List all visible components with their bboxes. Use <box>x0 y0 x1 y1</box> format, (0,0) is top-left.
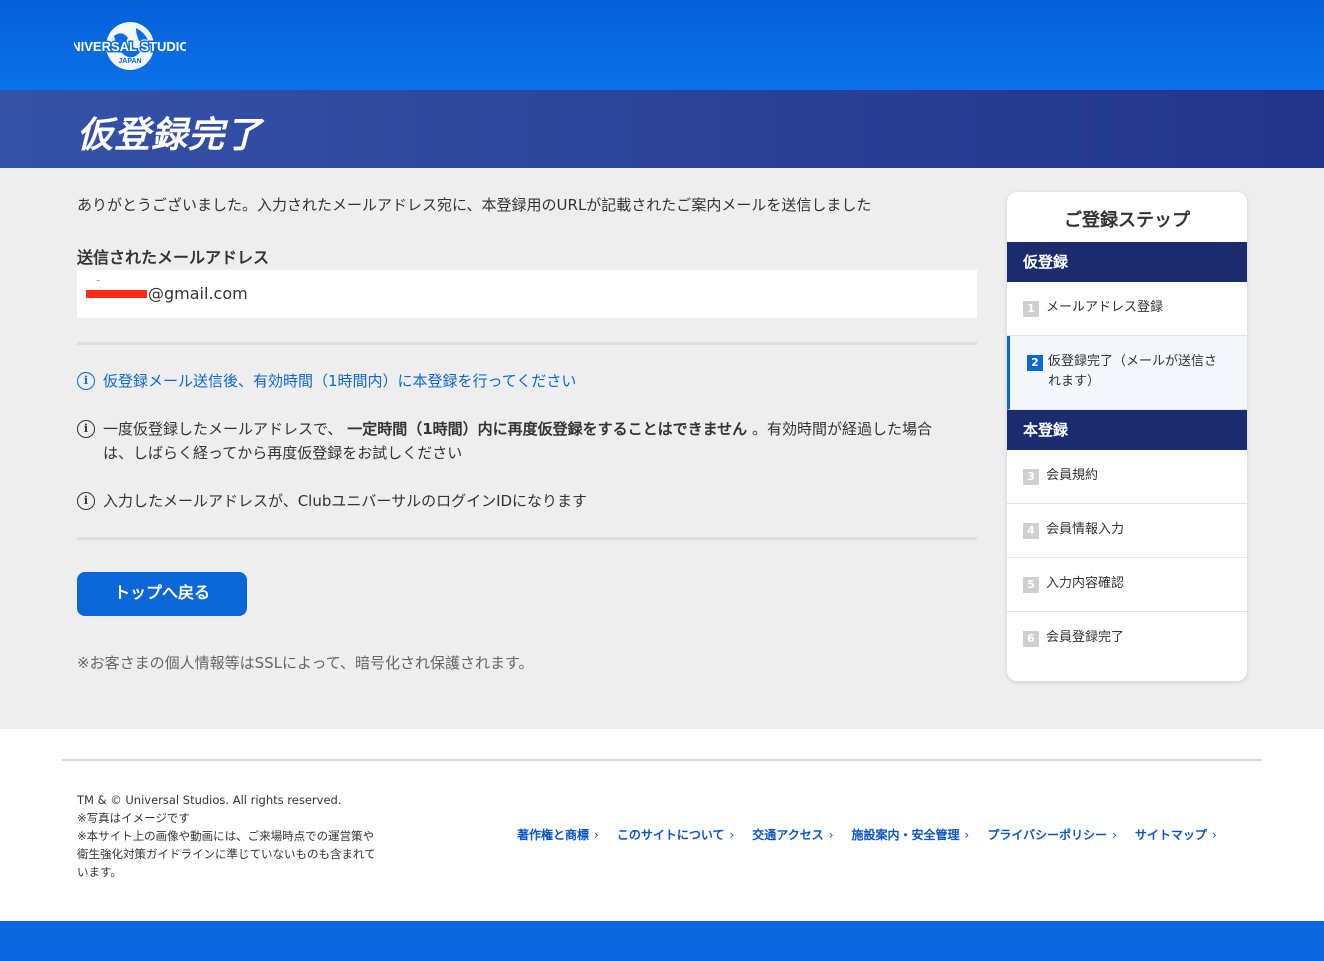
site-header <box>0 0 1324 90</box>
footer-link-privacy[interactable]: プライバシーポリシー › <box>987 826 1117 843</box>
registration-steps-panel: ご登録ステップ 仮登録 1 メールアドレス登録 2 仮登録完了（メールが送信さ … <box>1007 192 1247 681</box>
info-icon: i <box>77 420 95 438</box>
chevron-right-icon: › <box>828 828 834 842</box>
step-label: 入力内容確認 <box>1046 576 1125 591</box>
step-number: 3 <box>1023 469 1039 485</box>
notice-reregister-line2: は、しばらく経ってから再度仮登録をお試しください <box>103 444 463 462</box>
footer-link-label: 著作権と商標 <box>517 828 590 842</box>
footer-link-label: 交通アクセス <box>752 828 824 842</box>
section-provisional: 仮登録 <box>1007 242 1247 282</box>
footer-link-label: サイトマップ <box>1134 828 1207 842</box>
copyright: TM & © Universal Studios. All rights res… <box>77 793 342 807</box>
footer-link-sitemap[interactable]: サイトマップ › <box>1135 826 1217 843</box>
ssl-note: ※お客さまの個人情報等はSSLによって、暗号化され保護されます。 <box>77 654 534 672</box>
notice-reregister-line1: 一度仮登録したメールアドレスで、 一定時間（1時間）内に再度仮登録をすることはで… <box>103 417 932 441</box>
footer-link-about[interactable]: このサイトについて › <box>617 826 734 843</box>
section-full: 本登録 <box>1007 410 1247 450</box>
notice-validity-text: 仮登録メール送信後、有効時間（1時間内）に本登録を行ってください <box>103 372 577 390</box>
divider-bottom <box>77 537 977 540</box>
step-5: 5 入力内容確認 <box>1007 558 1247 612</box>
step-2-current: 2 仮登録完了（メールが送信さ れます） <box>1007 336 1247 410</box>
step-label: 会員登録完了 <box>1046 630 1125 645</box>
steps-title: ご登録ステップ <box>1064 210 1190 231</box>
step-6: 6 会員登録完了 <box>1007 612 1247 666</box>
step-label: メールアドレス登録 <box>1046 300 1164 315</box>
chevron-right-icon: › <box>594 828 599 842</box>
chevron-right-icon: › <box>1211 828 1217 842</box>
chevron-right-icon: › <box>964 828 970 842</box>
notice-login-id: i 入力したメールアドレスが、ClubユニバーサルのログインIDになります <box>77 489 977 513</box>
step-1: 1 メールアドレス登録 <box>1007 282 1247 336</box>
step-number: 4 <box>1023 523 1039 539</box>
step-number: 5 <box>1023 577 1039 593</box>
notice-login-id-text: 入力したメールアドレスが、ClubユニバーサルのログインIDになります <box>103 492 588 510</box>
footer-link-copyright[interactable]: 著作権と商標 › <box>517 826 599 843</box>
universal-studios-japan-logo[interactable]: UNIVERSAL STUDIOS JAPAN <box>60 18 200 74</box>
step-number: 6 <box>1023 631 1039 647</box>
divider-top <box>77 342 977 345</box>
page-title: 仮登録完了 <box>77 115 263 156</box>
step-label-line1: 仮登録完了（メールが送信さ <box>1048 354 1218 369</box>
back-to-top-button[interactable]: トップへ戻る <box>77 572 247 616</box>
footer-link-access[interactable]: 交通アクセス › <box>752 826 833 843</box>
info-icon: i <box>77 372 95 390</box>
email-label: 送信されたメールアドレス <box>77 248 270 267</box>
footer-link-facility-safety[interactable]: 施設案内・安全管理 › <box>852 826 970 843</box>
footer-notes: TM & © Universal Studios. All rights res… <box>77 791 382 881</box>
step-label: 会員規約 <box>1046 468 1099 483</box>
thanks-message: ありがとうございました。入力されたメールアドレス宛に、本登録用のURLが記載され… <box>77 196 872 214</box>
step-number: 2 <box>1027 355 1043 371</box>
chevron-right-icon: › <box>729 828 735 842</box>
email-value: @gmail.com <box>148 284 248 303</box>
footer-link-label: 施設案内・安全管理 <box>851 828 960 842</box>
footer-link-label: このサイトについて <box>616 828 725 842</box>
step-label-line2: れます） <box>1048 374 1101 389</box>
notice-text-bold: 一定時間（1時間）内に再度仮登録をすることはできません <box>347 420 748 438</box>
footer-link-label: プライバシーポリシー <box>987 828 1108 842</box>
notice-text-after: 。有効時間が経過した場合 <box>751 420 932 438</box>
photo-note: ※写真はイメージです <box>77 811 190 825</box>
chevron-right-icon: › <box>1112 828 1117 842</box>
step-3: 3 会員規約 <box>1007 450 1247 504</box>
guideline-note: ※本サイト上の画像や動画には、ご来場時点での運営策や衛生強化対策ガイドラインに準… <box>77 829 376 879</box>
info-icon: i <box>77 492 95 510</box>
step-label: 会員情報入力 <box>1046 522 1125 537</box>
notice-text-before: 一度仮登録したメールアドレスで、 <box>103 420 343 438</box>
logo-wordmark: UNIVERSAL STUDIOS <box>74 39 186 54</box>
email-redaction <box>86 290 147 298</box>
redacted-marks: ¨ <box>96 280 101 290</box>
footer-links: 著作権と商標 › このサイトについて › 交通アクセス › 施設案内・安全管理 › プラ… <box>517 826 1217 843</box>
footer-bottom-bar <box>0 921 1324 961</box>
notice-validity: i 仮登録メール送信後、有効時間（1時間内）に本登録を行ってください <box>77 369 977 393</box>
step-number: 1 <box>1023 301 1039 317</box>
logo-subword: JAPAN <box>118 58 141 65</box>
notice-reregister: i 一度仮登録したメールアドレスで、 一定時間（1時間）内に再度仮登録をすること… <box>77 417 977 465</box>
step-4: 4 会員情報入力 <box>1007 504 1247 558</box>
footer-divider <box>62 759 1262 761</box>
